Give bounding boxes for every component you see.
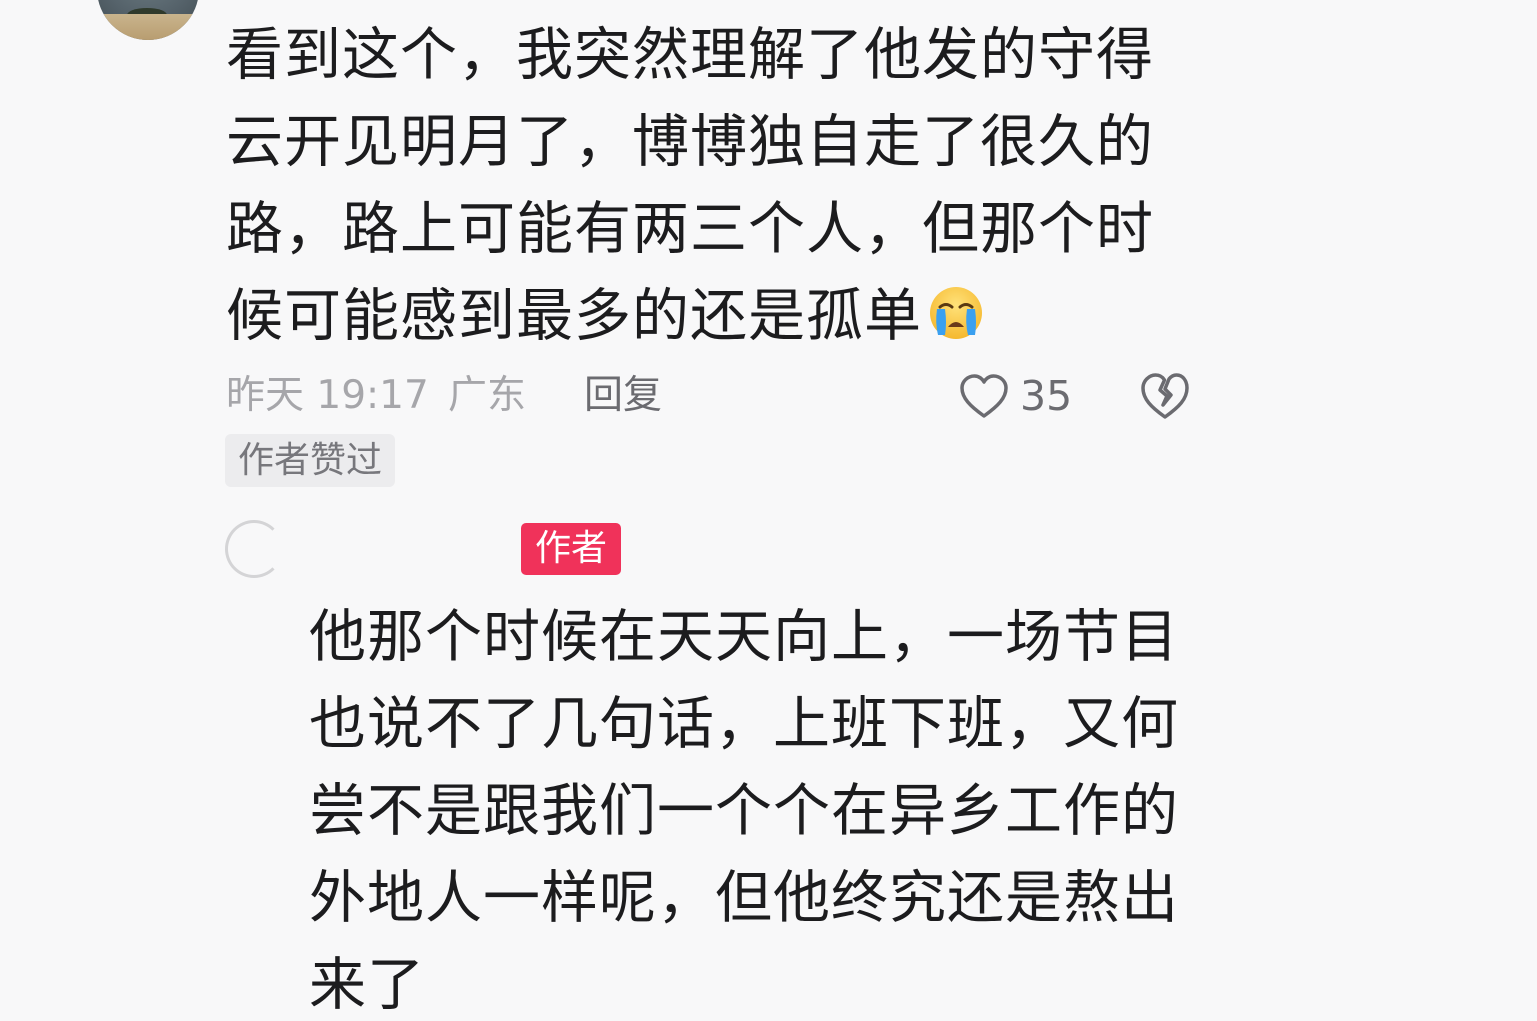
reply-body: 他那个时候在天天向上，一场节目也说不了几句话，上班下班，又何尝不是跟我们一个个在… xyxy=(309,604,1179,1018)
like-button[interactable]: 35 xyxy=(958,368,1072,424)
comment-text: 看到这个，我突然理解了他发的守得云开见明月了，博博独自走了很久的路，路上可能有两… xyxy=(226,22,1154,349)
reply-button[interactable]: 回复 xyxy=(584,368,662,424)
comment-time: 昨天 19:17 xyxy=(226,373,429,418)
broken-heart-icon[interactable] xyxy=(1138,370,1192,422)
commenter-avatar[interactable] xyxy=(97,0,199,40)
comment-meta: 昨天 19:17 广东 回复 35 xyxy=(226,368,1206,424)
like-count: 35 xyxy=(1020,372,1073,420)
comment-region: 广东 xyxy=(448,373,527,418)
comment-thread: 看到这个，我突然理解了他发的守得云开见明月了，博博独自走了很久的路，路上可能有两… xyxy=(0,0,1537,1021)
crying-face-icon xyxy=(930,287,982,339)
reply-avatar[interactable] xyxy=(225,520,283,578)
liked-by-author-badge: 作者赞过 xyxy=(225,434,396,487)
reply-username[interactable] xyxy=(300,520,500,578)
comment-body: 看到这个，我突然理解了他发的守得云开见明月了，博博独自走了很久的路，路上可能有两… xyxy=(226,12,1206,360)
author-badge: 作者 xyxy=(521,523,622,575)
avatar-shore-shape xyxy=(97,14,199,40)
heart-icon xyxy=(960,374,1008,418)
